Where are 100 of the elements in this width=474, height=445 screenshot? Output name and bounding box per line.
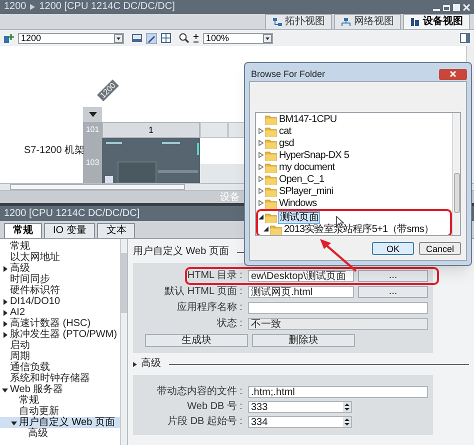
- expand-icon[interactable]: [2, 332, 8, 338]
- folder-item[interactable]: cat: [279, 126, 292, 136]
- field-label: Web DB 号: [186, 401, 237, 413]
- field-label: 状态: [216, 318, 237, 330]
- panel-icon[interactable]: [132, 33, 142, 43]
- folder-item[interactable]: 测试页面: [279, 212, 320, 222]
- colon: :: [238, 401, 244, 413]
- caret-icon: [114, 34, 123, 42]
- folder-item[interactable]: BM147-1CPU: [279, 114, 337, 124]
- folder-icon: [265, 212, 277, 222]
- folder-icon: [265, 126, 277, 136]
- dropdown-value: 100%: [205, 33, 230, 43]
- close-button[interactable]: [439, 68, 467, 80]
- breadcrumb-item[interactable]: 1200 [CPU 1214C DC/DC/DC]: [39, 1, 175, 13]
- collapse-icon[interactable]: [2, 386, 8, 392]
- chevron-icon: [30, 4, 36, 10]
- view-tab[interactable]: 网络视图: [334, 14, 401, 29]
- colon: :: [238, 318, 244, 330]
- folder-icon: [265, 174, 277, 184]
- section-title: 高级: [141, 358, 161, 370]
- input-field[interactable]: 334: [248, 416, 352, 428]
- collapse-icon[interactable]: [88, 112, 96, 117]
- spinner-icon[interactable]: [343, 402, 351, 412]
- folder-icon: [265, 162, 277, 172]
- vertical-scrollbar[interactable]: [120, 239, 127, 445]
- view-tab[interactable]: 拓扑视图: [265, 14, 332, 29]
- input-field[interactable]: ew\Desktop\测试页面: [248, 270, 354, 282]
- colon: :: [238, 386, 244, 398]
- browse-button[interactable]: ...: [358, 270, 428, 282]
- inspector-tab[interactable]: 常规: [4, 223, 42, 238]
- expand-icon[interactable]: [133, 362, 137, 366]
- device-icon: [410, 17, 420, 27]
- colon: :: [238, 286, 244, 298]
- zoom-icon[interactable]: [179, 33, 189, 43]
- slot-header-cell: 1: [102, 122, 200, 138]
- maximize-icon[interactable]: [453, 4, 460, 10]
- dropdown[interactable]: 100%: [203, 32, 273, 44]
- browse-button[interactable]: ...: [358, 286, 428, 298]
- colon: :: [238, 302, 244, 314]
- folder-icon: [265, 150, 277, 160]
- row-number-cell: 103: [83, 138, 102, 183]
- folder-item[interactable]: Open_C_1: [279, 174, 324, 184]
- close-icon: [450, 71, 456, 77]
- close-icon[interactable]: [463, 4, 470, 10]
- folder-icon: [265, 114, 277, 124]
- field-label: HTML 目录: [186, 270, 237, 282]
- inspector-tab[interactable]: 文本: [97, 223, 136, 238]
- plus-minus-icon[interactable]: [193, 34, 199, 42]
- input-field[interactable]: 333: [248, 401, 352, 413]
- sidebar-toggle-icon[interactable]: [460, 33, 470, 43]
- input-field[interactable]: [248, 302, 428, 314]
- inspector-title: 1200 [CPU 1214C DC/DC/DC]: [4, 208, 140, 220]
- view-tab[interactable]: 设备视图: [403, 14, 470, 29]
- folder-item[interactable]: HyperSnap-DX 5: [279, 150, 349, 160]
- collapse-icon[interactable]: [11, 420, 17, 426]
- dialog-button[interactable]: Cancel: [419, 242, 461, 255]
- field-label: 应用程序名称: [176, 302, 237, 314]
- action-button[interactable]: 删除块: [252, 334, 355, 347]
- restore-icon[interactable]: [443, 4, 450, 10]
- pointer-arrow: [318, 238, 358, 272]
- grid-icon[interactable]: [161, 33, 171, 43]
- tree-item[interactable]: 用户自定义 Web 页面: [0, 417, 120, 428]
- spinner-icon[interactable]: [343, 417, 351, 427]
- add-device-icon[interactable]: [4, 33, 14, 43]
- dropdown-value: 1200: [20, 33, 42, 43]
- dialog-title: Browse For Folder: [250, 68, 326, 80]
- slot-header-cell: 101: [83, 122, 102, 138]
- folder-item[interactable]: SPlayer_mini: [279, 186, 334, 196]
- breadcrumb-item[interactable]: 1200: [4, 1, 26, 13]
- status-field: 不一致: [248, 318, 428, 330]
- topology-icon: [272, 17, 282, 27]
- rack-label: S7-1200 机架: [24, 145, 85, 156]
- expand-icon[interactable]: [2, 320, 8, 326]
- folder-icon: [265, 186, 277, 196]
- dropdown[interactable]: 1200: [18, 32, 124, 44]
- folder-item[interactable]: Windows: [279, 198, 317, 208]
- input-field[interactable]: .htm;.html: [248, 386, 428, 398]
- expand-icon[interactable]: [2, 298, 8, 304]
- expand-icon[interactable]: [2, 266, 8, 272]
- field-label: 默认 HTML 页面: [164, 286, 237, 298]
- folder-icon: [265, 198, 277, 208]
- collapse-icon[interactable]: [263, 226, 269, 232]
- section-title: 用户自定义 Web 页面: [133, 246, 229, 258]
- pencil-icon[interactable]: [146, 32, 157, 44]
- slot-header-cell: [200, 122, 228, 138]
- colon: :: [238, 416, 244, 428]
- folder-item[interactable]: my document: [279, 162, 335, 172]
- vertical-scrollbar[interactable]: [452, 113, 460, 235]
- folder-icon: [270, 224, 282, 234]
- folder-icon: [265, 138, 277, 148]
- field-label: 带动态内容的文件: [156, 386, 237, 398]
- action-button[interactable]: 生成块: [145, 334, 248, 347]
- field-label: 片段 DB 起始号: [166, 416, 237, 428]
- dialog-button[interactable]: OK: [372, 242, 414, 255]
- colon: :: [238, 270, 244, 282]
- inspector-tab[interactable]: IO 变量: [44, 223, 96, 238]
- network-icon: [341, 17, 351, 27]
- input-field[interactable]: 测试网页.html: [248, 286, 354, 298]
- expand-icon[interactable]: [2, 310, 8, 316]
- folder-item[interactable]: gsd: [279, 138, 294, 148]
